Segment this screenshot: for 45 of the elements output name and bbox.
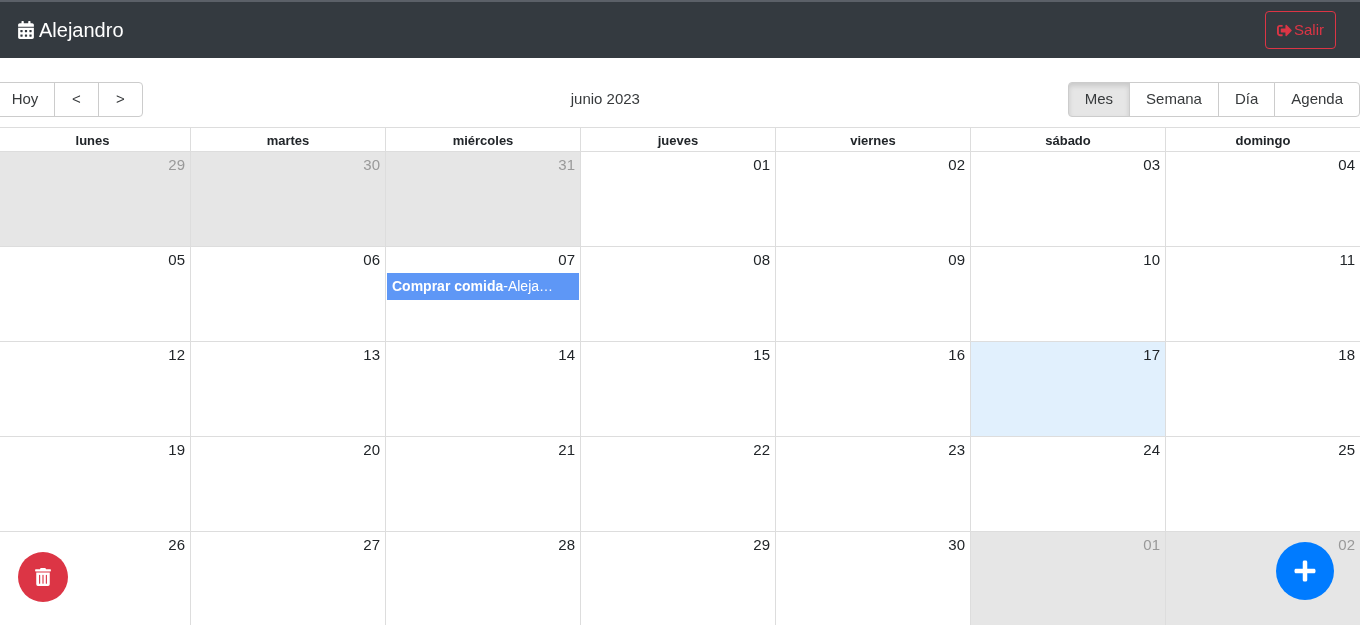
day-number[interactable]: 17 <box>1143 346 1160 364</box>
day-number[interactable]: 21 <box>558 441 575 459</box>
day-number[interactable]: 15 <box>753 346 770 364</box>
day-number[interactable]: 05 <box>168 251 185 269</box>
trash-icon <box>35 568 51 586</box>
day-number[interactable]: 08 <box>753 251 770 269</box>
next-button[interactable]: > <box>98 82 143 117</box>
calendar-icon <box>18 21 34 39</box>
day-number[interactable]: 25 <box>1338 441 1355 459</box>
day-number[interactable]: 16 <box>948 346 965 364</box>
view-tab[interactable]: Mes <box>1067 82 1131 117</box>
day-number[interactable]: 27 <box>363 536 380 554</box>
view-tab[interactable]: Día <box>1217 82 1276 117</box>
day-number[interactable]: 22 <box>753 441 770 459</box>
day-number[interactable]: 24 <box>1143 441 1160 459</box>
view-tab[interactable]: Semana <box>1129 82 1219 117</box>
day-number[interactable]: 02 <box>948 156 965 174</box>
day-number[interactable]: 18 <box>1338 346 1355 364</box>
sign-out-icon <box>1277 22 1292 38</box>
day-number[interactable]: 19 <box>168 441 185 459</box>
day-number[interactable]: 30 <box>948 536 965 554</box>
day-number[interactable]: 20 <box>363 441 380 459</box>
previous-button[interactable]: < <box>54 82 99 117</box>
day-number[interactable]: 03 <box>1143 156 1160 174</box>
user-name: Alejandro <box>39 18 124 43</box>
day-number[interactable]: 29 <box>753 536 770 554</box>
day-cell[interactable]: 17 <box>970 342 1165 436</box>
month-label: junio 2023 <box>570 89 640 110</box>
day-number[interactable]: 07 <box>558 251 575 269</box>
plus-icon <box>1293 559 1317 583</box>
day-number[interactable]: 13 <box>363 346 380 364</box>
day-number[interactable]: 01 <box>753 156 770 174</box>
day-cell[interactable]: 07 Comprar comida-Aleja… <box>385 247 580 341</box>
day-number[interactable]: 14 <box>558 346 575 364</box>
today-button[interactable]: Hoy <box>0 82 55 117</box>
day-number[interactable]: 06 <box>363 251 380 269</box>
day-number[interactable]: 11 <box>1339 251 1355 269</box>
day-number[interactable]: 28 <box>558 536 575 554</box>
day-number[interactable]: 04 <box>1338 156 1355 174</box>
view-tab[interactable]: Agenda <box>1274 82 1360 117</box>
day-number[interactable]: 09 <box>948 251 965 269</box>
day-number[interactable]: 26 <box>168 536 185 554</box>
day-number[interactable]: 23 <box>948 441 965 459</box>
day-number[interactable]: 12 <box>168 346 185 364</box>
day-number[interactable]: 10 <box>1143 251 1160 269</box>
